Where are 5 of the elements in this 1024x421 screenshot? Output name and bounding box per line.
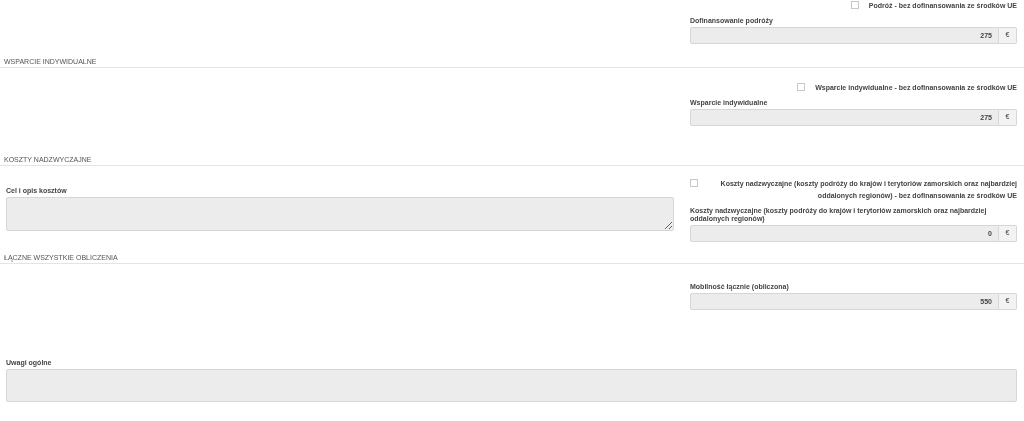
checkbox[interactable] xyxy=(690,179,698,187)
text-area[interactable] xyxy=(6,197,674,231)
checkbox[interactable] xyxy=(797,83,806,91)
text-area[interactable] xyxy=(6,369,1017,402)
checkbox[interactable] xyxy=(850,1,859,9)
